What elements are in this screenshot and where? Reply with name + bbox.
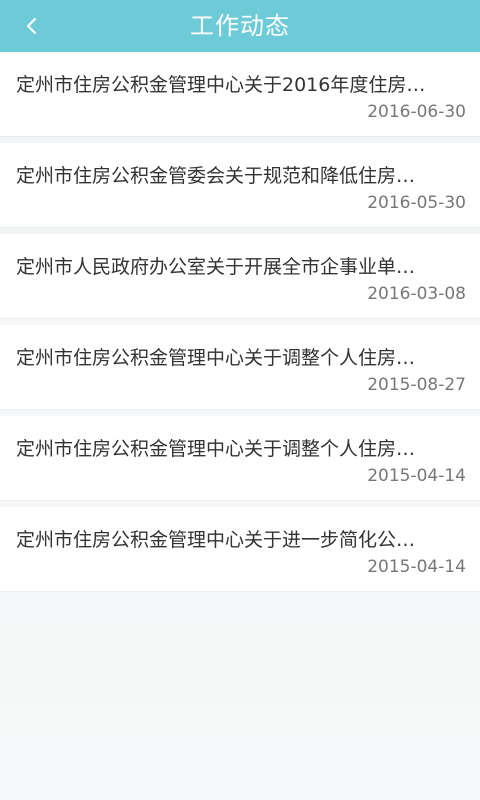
list-item[interactable]: 定州市住房公积金管委会关于规范和降低住房… 2016-05-30 <box>0 143 480 227</box>
list-item[interactable]: 定州市住房公积金管理中心关于调整个人住房… 2015-04-14 <box>0 416 480 500</box>
list-item-date: 2015-04-14 <box>367 466 466 486</box>
list-item-title: 定州市住房公积金管理中心关于进一步简化公… <box>16 529 416 551</box>
list-item-date: 2015-08-27 <box>367 375 466 395</box>
list-item[interactable]: 定州市住房公积金管理中心关于调整个人住房… 2015-08-27 <box>0 325 480 409</box>
list-item-title: 定州市住房公积金管理中心关于调整个人住房… <box>16 438 416 460</box>
news-list: 定州市住房公积金管理中心关于2016年度住房… 2016-06-30 定州市住房… <box>0 52 480 598</box>
list-item[interactable]: 定州市人民政府办公室关于开展全市企事业单… 2016-03-08 <box>0 234 480 318</box>
list-item-title: 定州市人民政府办公室关于开展全市企事业单… <box>16 256 416 278</box>
app-header: 工作动态 <box>0 0 480 52</box>
list-item-date: 2015-04-14 <box>367 557 466 577</box>
page-title: 工作动态 <box>190 12 290 40</box>
list-item[interactable]: 定州市住房公积金管理中心关于2016年度住房… 2016-06-30 <box>0 52 480 136</box>
list-item-title: 定州市住房公积金管理中心关于调整个人住房… <box>16 347 416 369</box>
list-item[interactable]: 定州市住房公积金管理中心关于进一步简化公… 2015-04-14 <box>0 507 480 591</box>
list-item-title: 定州市住房公积金管委会关于规范和降低住房… <box>16 165 416 187</box>
list-item-date: 2016-03-08 <box>367 284 466 304</box>
list-item-title: 定州市住房公积金管理中心关于2016年度住房… <box>16 74 426 96</box>
list-item-date: 2016-06-30 <box>367 102 466 122</box>
list-item-date: 2016-05-30 <box>367 193 466 213</box>
